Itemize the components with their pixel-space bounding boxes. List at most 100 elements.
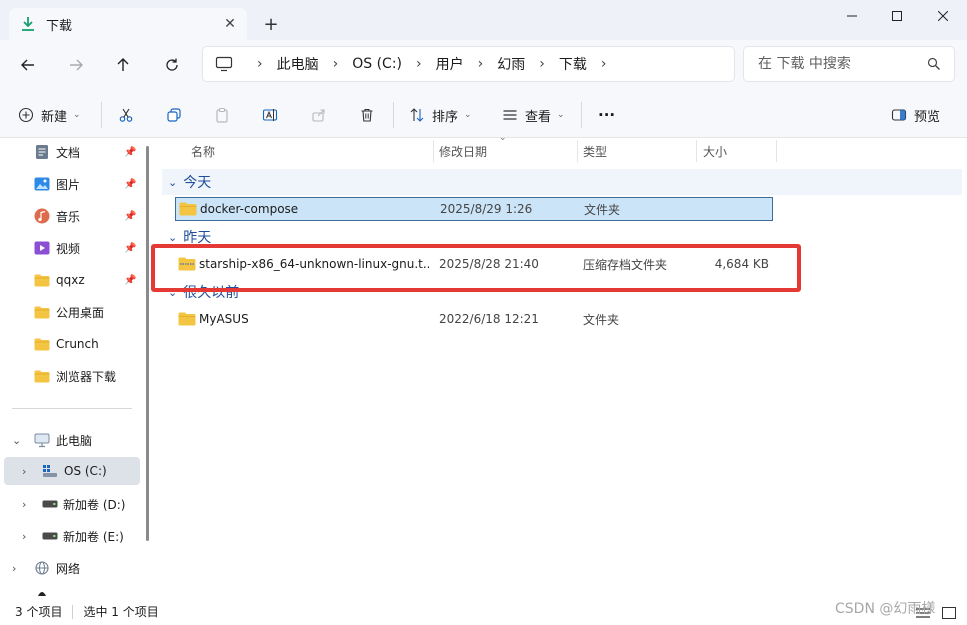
toolbar-divider — [101, 102, 102, 128]
pin-icon: 📌 — [124, 146, 137, 158]
preview-pane-icon — [891, 107, 907, 123]
status-item-count: 3 个项目 — [15, 605, 63, 619]
sidebar-item-label: OS (C:) — [64, 464, 107, 478]
column-divider[interactable] — [776, 140, 777, 162]
sidebar-item-pictures[interactable]: 图片 📌 — [0, 170, 142, 198]
sidebar-item-videos[interactable]: 视频 📌 — [0, 234, 142, 262]
address-bar[interactable]: › 此电脑 › OS (C:) › 用户 › 幻雨 › 下载 › — [202, 46, 735, 82]
forward-button[interactable] — [63, 53, 89, 77]
chevron-right-icon[interactable]: › — [22, 498, 26, 511]
column-header-type[interactable]: 类型 — [583, 138, 607, 164]
file-row-docker-compose[interactable]: docker-compose 2025/8/29 1:26 文件夹 — [175, 197, 773, 221]
delete-button[interactable] — [359, 102, 375, 128]
pin-icon: 📌 — [124, 210, 137, 222]
cut-button[interactable] — [118, 102, 134, 128]
chevron-right-icon[interactable]: › — [22, 465, 26, 478]
chevron-down-icon[interactable]: ⌄ — [12, 434, 21, 447]
highlight-annotation — [151, 244, 801, 292]
file-date: 2025/8/29 1:26 — [440, 202, 533, 216]
music-icon — [34, 208, 50, 224]
maximize-icon — [892, 11, 902, 21]
back-button[interactable] — [15, 53, 41, 77]
tab-downloads[interactable]: 下载 ✕ — [9, 8, 247, 40]
download-icon — [20, 16, 36, 32]
sidebar-item-network[interactable]: › 网络 — [0, 554, 142, 582]
paste-button[interactable] — [214, 102, 230, 128]
sidebar-item-crunch[interactable]: Crunch — [0, 330, 142, 358]
status-selection: 选中 1 个项目 — [83, 605, 159, 619]
share-button[interactable] — [311, 102, 327, 128]
group-header-today[interactable]: ⌄ 今天 — [162, 169, 962, 195]
rename-icon — [262, 109, 278, 121]
chevron-right-icon[interactable]: › — [601, 56, 607, 72]
search-icon — [927, 57, 941, 71]
sidebar-item-browser-downloads[interactable]: 浏览器下载 — [0, 362, 142, 390]
sidebar-item-qqxz[interactable]: qqxz 📌 — [0, 266, 142, 294]
sidebar-item-drive-e[interactable]: › 新加卷 (E:) — [0, 522, 142, 550]
search-box[interactable] — [743, 46, 955, 82]
column-header-date[interactable]: 修改日期 — [439, 138, 487, 164]
file-date: 2022/6/18 12:21 — [439, 312, 539, 326]
chevron-right-icon[interactable]: › — [12, 562, 16, 575]
new-tab-button[interactable]: + — [258, 12, 284, 36]
minimize-button[interactable] — [829, 0, 875, 32]
sidebar-item-public-desktop[interactable]: 公用桌面 — [0, 298, 142, 326]
refresh-button[interactable] — [159, 53, 185, 77]
arrow-right-icon — [70, 59, 83, 71]
pin-icon: 📌 — [124, 242, 137, 254]
sidebar-item-linux-partial[interactable] — [0, 586, 142, 598]
view-list-icon — [502, 107, 518, 123]
sidebar-item-drive-d[interactable]: › 新加卷 (D:) — [0, 490, 142, 518]
refresh-icon — [166, 58, 178, 71]
sidebar-item-music[interactable]: 音乐 📌 — [0, 202, 142, 230]
chevron-right-icon: › — [416, 56, 422, 72]
toolbar-divider — [393, 102, 394, 128]
plus-circle-icon — [18, 107, 34, 123]
column-divider[interactable] — [433, 140, 434, 162]
column-header-name[interactable]: 名称 — [191, 138, 215, 164]
linux-icon — [34, 584, 50, 598]
rename-button[interactable] — [262, 102, 278, 128]
more-options-button[interactable]: ··· — [598, 102, 615, 128]
tab-close-icon[interactable]: ✕ — [219, 13, 241, 35]
breadcrumb-os-c[interactable]: OS (C:) — [352, 56, 402, 72]
folder-icon — [34, 272, 50, 288]
sort-button[interactable]: 排序 ⌄ — [409, 102, 472, 128]
sort-button-label: 排序 — [432, 109, 459, 125]
sidebar-scrollbar[interactable] — [146, 146, 149, 541]
view-button[interactable]: 查看 ⌄ — [502, 102, 565, 128]
sidebar-item-this-pc[interactable]: ⌄ 此电脑 — [0, 426, 142, 454]
arrow-left-icon — [21, 59, 34, 71]
videos-icon — [34, 240, 50, 256]
sidebar-item-label: 新加卷 (E:) — [63, 529, 124, 544]
breadcrumb-this-pc[interactable]: 此电脑 — [277, 54, 319, 74]
column-divider[interactable] — [577, 140, 578, 162]
column-divider[interactable] — [696, 140, 697, 162]
sidebar-item-label: Crunch — [56, 337, 99, 351]
file-type: 文件夹 — [583, 312, 620, 327]
column-header-size[interactable]: 大小 — [703, 138, 727, 164]
folder-icon — [34, 304, 50, 320]
chevron-down-icon: ⌄ — [168, 175, 178, 189]
breadcrumb-user[interactable]: 幻雨 — [497, 54, 525, 74]
chevron-right-icon: › — [257, 56, 263, 72]
up-button[interactable] — [110, 53, 136, 77]
copy-button[interactable] — [166, 102, 182, 128]
new-button[interactable]: 新建 ⌄ — [18, 102, 81, 128]
drive-icon — [42, 496, 58, 512]
close-window-button[interactable] — [920, 0, 966, 32]
preview-button[interactable]: 预览 — [891, 102, 940, 128]
chevron-right-icon: › — [332, 56, 339, 72]
sidebar-item-documents[interactable]: 文档 📌 — [0, 138, 142, 166]
breadcrumb-users[interactable]: 用户 — [436, 54, 464, 74]
copy-icon — [167, 108, 181, 122]
sidebar-item-os-c[interactable]: › OS (C:) — [4, 457, 140, 485]
breadcrumb-downloads[interactable]: 下载 — [559, 54, 587, 74]
scissors-icon — [119, 108, 133, 122]
search-input[interactable] — [758, 56, 923, 72]
tiles-view-button[interactable] — [938, 603, 960, 623]
chevron-right-icon[interactable]: › — [22, 530, 26, 543]
sidebar-item-label: 文档 — [56, 145, 81, 160]
maximize-button[interactable] — [874, 0, 920, 32]
file-row-myasus[interactable]: MyASUS 2022/6/18 12:21 文件夹 — [175, 307, 773, 331]
